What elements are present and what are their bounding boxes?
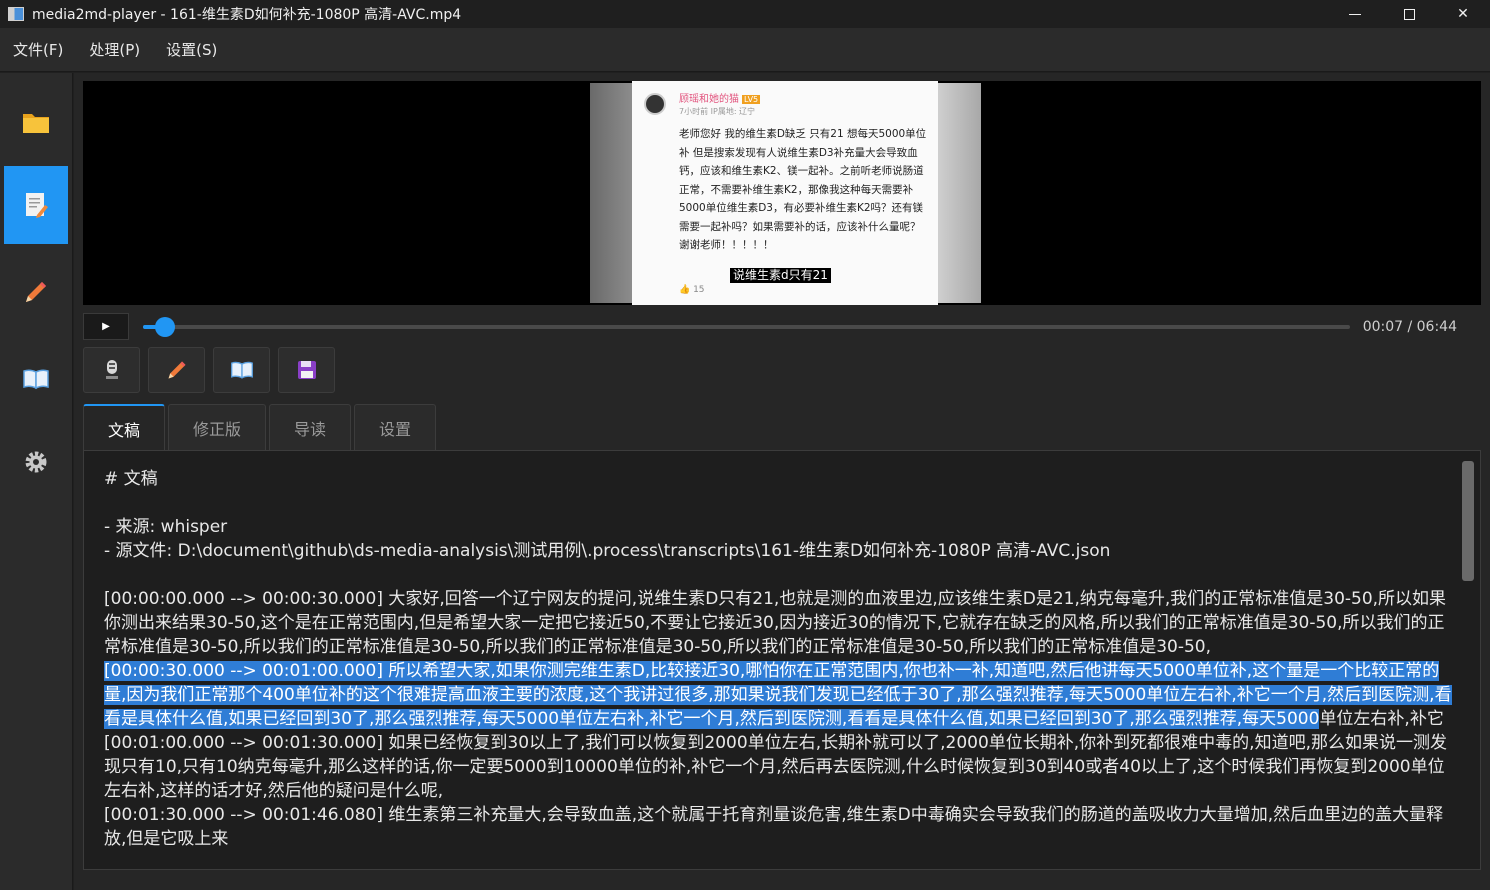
menu-settings[interactable]: 设置(S) bbox=[153, 39, 230, 60]
pencil-icon bbox=[26, 282, 46, 302]
window-controls: ✕ bbox=[1328, 0, 1490, 28]
tab-settings[interactable]: 设置 bbox=[354, 404, 437, 450]
editor-source: - 来源: whisper bbox=[104, 517, 228, 537]
play-button[interactable]: ▶ bbox=[83, 313, 129, 340]
seek-handle[interactable] bbox=[154, 317, 175, 337]
revise-button[interactable] bbox=[148, 347, 205, 393]
menu-bar: 文件(F) 处理(P) 设置(S) bbox=[0, 28, 1490, 72]
transcript-segment-2-rest: 单位左右补,补它 bbox=[1319, 709, 1444, 729]
post-meta: 7小时前 IP属地: 辽宁 bbox=[679, 107, 756, 116]
tab-transcript[interactable]: 文稿 bbox=[83, 404, 166, 451]
editor-scrollbar[interactable] bbox=[1462, 461, 1474, 861]
title-bar: media2md-player - 161-维生素D如何补充-1080P 高清-… bbox=[0, 0, 1490, 28]
book-icon bbox=[230, 361, 253, 379]
tab-revised[interactable]: 修正版 bbox=[168, 404, 267, 450]
transcript-segment-4: [00:01:30.000 --> 00:01:46.080] 维生素第三补充量… bbox=[104, 805, 1444, 849]
player-controls: ▶ 00:07 / 06:44 bbox=[83, 313, 1481, 341]
text-selection: [00:00:30.000 --> 00:01:00.000] 所以希望大家,如… bbox=[104, 661, 1452, 729]
save-button[interactable] bbox=[278, 347, 335, 393]
pencil-icon bbox=[168, 361, 185, 379]
gear-icon bbox=[25, 451, 47, 473]
post-body: 老师您好 我的维生素D缺乏 只有21 想每天5000单位补 但是搜索发现有人说维… bbox=[679, 128, 927, 251]
maximize-icon bbox=[1403, 8, 1415, 20]
editor-scrollbar-thumb[interactable] bbox=[1462, 461, 1474, 581]
close-icon: ✕ bbox=[1457, 6, 1469, 22]
video-frame-left bbox=[590, 83, 632, 303]
save-icon bbox=[297, 361, 316, 379]
book-icon bbox=[23, 369, 49, 390]
user-level-badge: LV5 bbox=[742, 95, 761, 104]
menu-file[interactable]: 文件(F) bbox=[0, 39, 76, 60]
video-viewport[interactable]: 顾瑶和她的猫 LV5 7小时前 IP属地: 辽宁 老师您好 我的维生素D缺乏 只有… bbox=[83, 81, 1481, 305]
time-display: 00:07 / 06:44 bbox=[1362, 319, 1457, 335]
avatar bbox=[644, 93, 666, 115]
sidebar-item-transcript[interactable] bbox=[4, 166, 68, 244]
editor-source-file: - 源文件: D:\document\github\ds-media-analy… bbox=[104, 541, 1111, 561]
document-edit-icon bbox=[26, 193, 48, 218]
sidebar bbox=[0, 73, 73, 890]
post-footer: 👍 15 bbox=[679, 285, 705, 295]
transcribe-button[interactable] bbox=[83, 347, 140, 393]
app-icon bbox=[8, 7, 24, 21]
sidebar-item-files[interactable] bbox=[4, 83, 68, 161]
transcript-segment-3: [00:01:00.000 --> 00:01:30.000] 如果已经恢复到3… bbox=[104, 733, 1447, 801]
transcript-segment-1: [00:00:00.000 --> 00:00:30.000] 大家好,回答一个… bbox=[104, 589, 1447, 657]
editor-content[interactable]: # 文稿 - 来源: whisper - 源文件: D:\document\gi… bbox=[104, 467, 1456, 851]
main-panel: 顾瑶和她的猫 LV5 7小时前 IP属地: 辽宁 老师您好 我的维生素D缺乏 只有… bbox=[74, 73, 1490, 890]
guide-button[interactable] bbox=[213, 347, 270, 393]
menu-process[interactable]: 处理(P) bbox=[76, 39, 153, 60]
minimize-icon bbox=[1349, 13, 1361, 15]
video-frame-right bbox=[938, 83, 981, 303]
sidebar-item-settings[interactable] bbox=[4, 423, 68, 501]
maximize-button[interactable] bbox=[1382, 0, 1436, 28]
editor-heading: # 文稿 bbox=[104, 469, 158, 489]
tab-bar: 文稿 修正版 导读 设置 bbox=[83, 404, 439, 451]
action-toolbar bbox=[83, 347, 343, 393]
like-icon: 👍 bbox=[679, 285, 694, 295]
minimize-button[interactable] bbox=[1328, 0, 1382, 28]
sidebar-item-edit[interactable] bbox=[4, 253, 68, 331]
like-count: 15 bbox=[693, 285, 705, 295]
transcript-editor[interactable]: # 文稿 - 来源: whisper - 源文件: D:\document\gi… bbox=[83, 450, 1481, 870]
sidebar-item-guide[interactable] bbox=[4, 340, 68, 418]
transcript-segment-2: [00:00:30.000 --> 00:01:00.000] 所以希望大家,如… bbox=[104, 659, 1456, 731]
microphone-icon bbox=[105, 360, 118, 379]
window-title: media2md-player - 161-维生素D如何补充-1080P 高清-… bbox=[32, 7, 462, 23]
video-subtitle: 说维生素d只有21 bbox=[730, 268, 831, 283]
post-user-name: 顾瑶和她的猫 LV5 bbox=[679, 94, 761, 105]
tab-guide[interactable]: 导读 bbox=[269, 404, 352, 450]
close-button[interactable]: ✕ bbox=[1436, 0, 1490, 28]
seek-slider[interactable] bbox=[143, 317, 1350, 337]
video-post-card: 顾瑶和她的猫 LV5 7小时前 IP属地: 辽宁 老师您好 我的维生素D缺乏 只有… bbox=[632, 81, 938, 305]
folder-icon bbox=[23, 114, 49, 133]
